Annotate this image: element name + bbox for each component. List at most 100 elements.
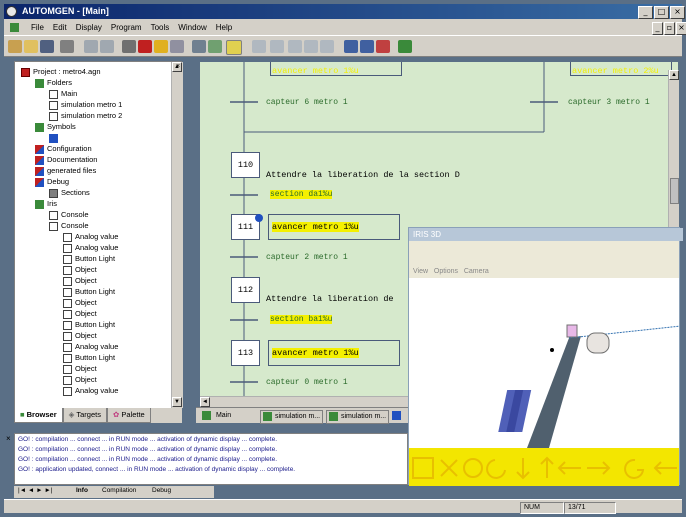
down-icon[interactable] bbox=[516, 458, 530, 480]
tree-item[interactable]: Debug bbox=[35, 176, 69, 187]
editor-scroll-up-icon[interactable]: ▲ bbox=[669, 70, 679, 80]
new-project-icon[interactable] bbox=[8, 40, 22, 53]
tab-palette[interactable]: ✿ Palette bbox=[106, 408, 151, 423]
editor-scroll-left-icon[interactable]: ◄ bbox=[200, 397, 210, 407]
save-icon[interactable] bbox=[40, 40, 54, 53]
clipboard-icon[interactable] bbox=[320, 40, 334, 53]
stop-icon[interactable] bbox=[122, 40, 136, 53]
rotate-g-icon[interactable] bbox=[486, 459, 506, 479]
tree-item[interactable]: Documentation bbox=[35, 154, 97, 165]
tree-vertical-scrollbar[interactable]: ▲ ▼ bbox=[171, 62, 183, 408]
menu-file[interactable]: File bbox=[31, 23, 44, 32]
doc-tab-simulation-1[interactable]: simulation m... bbox=[260, 410, 324, 424]
menu-help[interactable]: Help bbox=[216, 23, 232, 32]
tree-item[interactable]: Project : metro4.agn bbox=[21, 66, 101, 77]
doc-tab-simulation-2[interactable]: simulation m... bbox=[326, 410, 390, 424]
zoom-in-icon[interactable] bbox=[344, 40, 358, 53]
pane-close-icon[interactable]: × bbox=[176, 63, 182, 71]
app-icon[interactable] bbox=[6, 6, 17, 17]
rotate-icon[interactable] bbox=[463, 458, 483, 478]
scroll-down-icon[interactable]: ▼ bbox=[172, 397, 182, 407]
maximize-icon[interactable]: □ bbox=[654, 6, 669, 19]
reset-icon[interactable] bbox=[288, 40, 302, 53]
tree-item[interactable]: Object bbox=[63, 330, 97, 341]
zoom-fit-icon[interactable] bbox=[376, 40, 390, 53]
editor-vertical-scrollbar[interactable]: ▲ bbox=[668, 70, 679, 230]
tree-item[interactable]: Object bbox=[63, 275, 97, 286]
tree-item[interactable]: Folders bbox=[35, 77, 72, 88]
open-icon[interactable] bbox=[24, 40, 38, 53]
back-icon[interactable] bbox=[653, 461, 677, 475]
doc-tab-more[interactable] bbox=[392, 410, 404, 422]
log-close-icon[interactable]: × bbox=[6, 434, 11, 443]
close-icon[interactable]: × bbox=[670, 6, 685, 19]
set-icon[interactable] bbox=[270, 40, 284, 53]
transition-111[interactable]: capteur 2 metro 1 bbox=[266, 253, 348, 262]
log-tab-info[interactable]: Info bbox=[76, 487, 88, 494]
right-icon[interactable] bbox=[587, 461, 611, 475]
tree-item[interactable]: Iris bbox=[35, 198, 57, 209]
editor-horizontal-scrollbar[interactable]: ◄ bbox=[200, 396, 408, 407]
debug-icon[interactable] bbox=[170, 40, 184, 53]
step-icon[interactable] bbox=[154, 40, 168, 53]
menu-window[interactable]: Window bbox=[178, 23, 206, 32]
iris-menu-options[interactable]: Options bbox=[434, 268, 458, 275]
tree-item[interactable]: Analog value bbox=[63, 385, 118, 396]
tree-item[interactable]: Button Light bbox=[63, 253, 115, 264]
transition-112[interactable]: section ba1%u bbox=[270, 315, 333, 324]
doc-tab-main[interactable]: Main bbox=[202, 410, 231, 422]
left-icon[interactable] bbox=[557, 461, 581, 475]
tab-browser[interactable]: ■ Browser bbox=[14, 408, 63, 423]
tree-item[interactable]: simulation metro 1 bbox=[49, 99, 122, 110]
tree-item[interactable]: Sections bbox=[49, 187, 90, 198]
fit-icon[interactable] bbox=[412, 457, 434, 479]
tree-item[interactable]: Main bbox=[49, 88, 77, 99]
paste-icon[interactable] bbox=[304, 40, 318, 53]
step-113[interactable]: 113 bbox=[231, 340, 260, 366]
iris-menu-camera[interactable]: Camera bbox=[464, 268, 489, 275]
table-icon[interactable] bbox=[252, 40, 266, 53]
cut-icon[interactable] bbox=[84, 40, 98, 53]
log-tab-compilation[interactable]: Compilation bbox=[102, 487, 136, 494]
run-icon[interactable] bbox=[138, 40, 152, 53]
compile-icon[interactable] bbox=[192, 40, 206, 53]
log-nav-arrows-icon[interactable]: |◄ ◄ ► ►| bbox=[18, 487, 53, 494]
tree-item[interactable]: Button Light bbox=[63, 352, 115, 363]
tree-item[interactable]: generated files bbox=[35, 165, 96, 176]
g-icon[interactable] bbox=[624, 458, 645, 479]
tree-item[interactable]: Console bbox=[49, 220, 89, 231]
tree-item[interactable] bbox=[49, 132, 61, 143]
child-restore-icon[interactable]: ▫ bbox=[664, 22, 675, 35]
iris-menu-view[interactable]: View bbox=[413, 268, 428, 275]
log-tab-debug[interactable]: Debug bbox=[152, 487, 171, 494]
iris-3d-scene[interactable] bbox=[409, 278, 679, 448]
print-icon[interactable] bbox=[60, 40, 74, 53]
tree-item[interactable]: Analog value bbox=[63, 341, 118, 352]
tree-item[interactable]: Symbols bbox=[35, 121, 76, 132]
child-close-icon[interactable]: × bbox=[676, 22, 686, 35]
go-icon[interactable] bbox=[226, 40, 242, 55]
build-icon[interactable] bbox=[208, 40, 222, 53]
menu-edit[interactable]: Edit bbox=[53, 23, 67, 32]
tree-item[interactable]: Object bbox=[63, 297, 97, 308]
menu-tools[interactable]: Tools bbox=[151, 23, 170, 32]
menu-display[interactable]: Display bbox=[76, 23, 102, 32]
tree-item[interactable]: Analog value bbox=[63, 231, 118, 242]
tree-item[interactable]: Object bbox=[63, 374, 97, 385]
tree-item[interactable]: Button Light bbox=[63, 286, 115, 297]
tree-item[interactable]: Object bbox=[63, 363, 97, 374]
tree-item[interactable]: simulation metro 2 bbox=[49, 110, 122, 121]
zoom-out-icon[interactable] bbox=[360, 40, 374, 53]
minimize-icon[interactable]: _ bbox=[638, 6, 653, 19]
child-minimize-icon[interactable]: _ bbox=[652, 22, 663, 35]
step-112[interactable]: 112 bbox=[231, 277, 260, 303]
tab-targets[interactable]: ◈ Targets bbox=[62, 408, 107, 423]
menu-program[interactable]: Program bbox=[111, 23, 142, 32]
up-icon[interactable] bbox=[540, 456, 554, 478]
tree-item[interactable]: Button Light bbox=[63, 319, 115, 330]
tree-item[interactable]: Object bbox=[63, 308, 97, 319]
tree-item[interactable]: Console bbox=[49, 209, 89, 220]
tree-item[interactable]: Object bbox=[63, 264, 97, 275]
tree-item[interactable]: Configuration bbox=[35, 143, 92, 154]
editor-scroll-thumb[interactable] bbox=[670, 178, 679, 204]
